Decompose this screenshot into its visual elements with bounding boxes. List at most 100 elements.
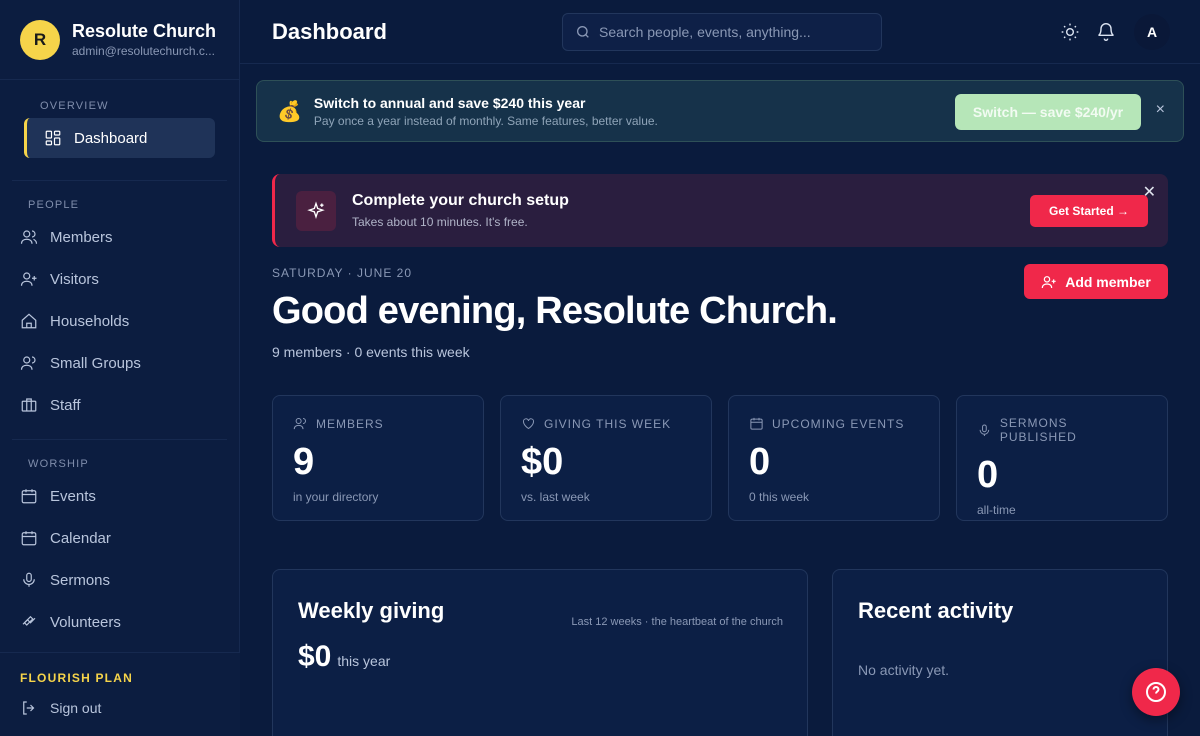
date-line: SATURDAY · JUNE 20 [272,266,413,280]
bell-icon [1098,23,1114,41]
sidebar-item-volunteers[interactable]: Volunteers [12,602,227,642]
stat-value: 0 [977,454,999,496]
recent-activity-panel: Recent activity No activity yet. [832,569,1168,736]
stat-value: $0 [521,441,564,483]
panel-title: Recent activity [858,598,1014,623]
stat-label: UPCOMING EVENTS [772,416,905,431]
sidebar: R Resolute Church admin@resolutechurch.c… [0,0,240,736]
sidebar-item-visitors[interactable]: Visitors [12,259,227,299]
sign-out-label: Sign out [50,700,102,716]
nav-section-people: PEOPLE Members Visitors Households Small… [12,181,227,440]
get-started-button[interactable]: Get Started → [1030,195,1148,227]
sidebar-item-label: Members [50,228,113,246]
close-icon[interactable]: × [1156,101,1165,119]
stat-card-giving[interactable]: GIVING THIS WEEK $0 vs. last week [500,395,712,521]
sidebar-item-label: Sermons [50,571,111,589]
add-member-button[interactable]: Add member [1024,264,1168,299]
setup-banner-subtitle: Takes about 10 minutes. It's free. [352,215,528,229]
activity-empty-state: No activity yet. [858,662,950,678]
church-name: Resolute Church [72,21,217,41]
add-member-label: Add member [1065,273,1151,290]
giving-amount-suffix: this year [337,653,391,669]
stat-sub: vs. last week [521,490,590,504]
top-bar: Dashboard A [240,0,1200,64]
dashboard-icon [45,130,61,146]
sidebar-item-label: Calendar [50,529,111,547]
setup-banner: Complete your church setup Takes about 1… [272,174,1168,247]
page-title: Dashboard [272,18,387,44]
briefcase-icon [21,398,37,412]
microphone-icon [979,423,990,436]
sidebar-item-label: Volunteers [50,613,121,631]
search-box[interactable] [562,12,882,51]
panel-note: Last 12 weeks · the heartbeat of the chu… [571,616,783,628]
stat-value: 9 [293,441,315,483]
user-plus-icon [1041,275,1056,288]
stat-value: 0 [749,441,771,483]
close-icon[interactable]: ✕ [1143,182,1156,202]
plan-label: FLOURISH PLAN [20,671,133,685]
church-avatar: R [20,19,60,60]
nav-heading-overview: OVERVIEW [40,100,109,112]
sidebar-item-label: Households [50,312,130,330]
sidebar-item-sermons[interactable]: Sermons [12,560,227,600]
nav-section-overview: OVERVIEW Dashboard [12,80,227,181]
theme-toggle-button[interactable] [1058,20,1082,44]
stat-label: GIVING THIS WEEK [544,416,672,431]
user-plus-icon [20,272,37,286]
stat-label: MEMBERS [316,416,384,431]
sidebar-item-label: Visitors [50,270,99,288]
search-input[interactable] [599,23,859,40]
calendar-icon [21,489,37,504]
stat-sub: in your directory [293,490,379,504]
sidebar-item-small-groups[interactable]: Small Groups [12,343,227,383]
sidebar-item-label: Staff [50,396,81,414]
calendar-grid-icon [21,531,37,546]
sidebar-item-dashboard[interactable]: Dashboard [24,118,215,158]
annual-banner-subtitle: Pay once a year instead of monthly. Same… [313,113,658,128]
users-icon [293,418,306,430]
greeting-headline: Good evening, Resolute Church. [272,290,838,332]
user-avatar[interactable]: A [1134,14,1170,50]
brand-header[interactable]: R Resolute Church admin@resolutechurch.c… [0,0,239,80]
sidebar-item-members[interactable]: Members [12,217,227,257]
setup-banner-title: Complete your church setup [352,192,569,209]
sidebar-item-label: Dashboard [74,129,148,147]
sidebar-footer: FLOURISH PLAN Sign out [0,652,240,736]
question-icon [1146,682,1166,702]
stat-label: SERMONS PUBLISHED [999,416,1077,444]
money-bag-icon: 💰 [277,100,302,123]
annual-upgrade-banner: 💰 Switch to annual and save $240 this ye… [256,80,1184,142]
hand-heart-icon [22,615,36,626]
giving-amount: $0 this year [298,640,782,674]
sparkle-icon [296,190,336,231]
stat-card-sermons[interactable]: SERMONS PUBLISHED 0 all-time [956,395,1168,521]
sidebar-item-events[interactable]: Events [12,476,227,516]
switch-annual-button[interactable]: Switch — save $240/yr [955,94,1141,130]
group-icon [20,356,36,370]
microphone-icon [23,572,35,587]
sidebar-item-households[interactable]: Households [12,301,227,341]
sidebar-item-calendar[interactable]: Calendar [12,518,227,558]
heart-icon [523,418,534,430]
users-icon [20,230,38,244]
sidebar-item-staff[interactable]: Staff [12,385,227,425]
stat-card-members[interactable]: MEMBERS 9 in your directory [272,395,484,521]
stat-card-events[interactable]: UPCOMING EVENTS 0 0 this week [728,395,940,521]
stat-sub: all-time [977,503,1016,517]
sign-out-button[interactable]: Sign out [20,699,220,717]
sidebar-item-label: Small Groups [50,354,141,372]
greeting-summary: 9 members · 0 events this week [272,344,470,360]
annual-banner-title: Switch to annual and save $240 this year [313,94,586,111]
stat-sub: 0 this week [749,490,810,504]
nav-heading-people: PEOPLE [28,199,80,211]
log-out-icon [23,701,35,715]
help-button[interactable] [1132,668,1180,716]
weekly-giving-panel: Weekly giving Last 12 weeks · the heartb… [272,569,808,736]
home-icon [21,313,37,329]
search-icon [577,25,589,38]
sun-icon [1061,23,1079,41]
notifications-button[interactable] [1094,20,1118,44]
sidebar-item-label: Events [50,487,96,505]
giving-amount-value: $0 [298,640,332,673]
